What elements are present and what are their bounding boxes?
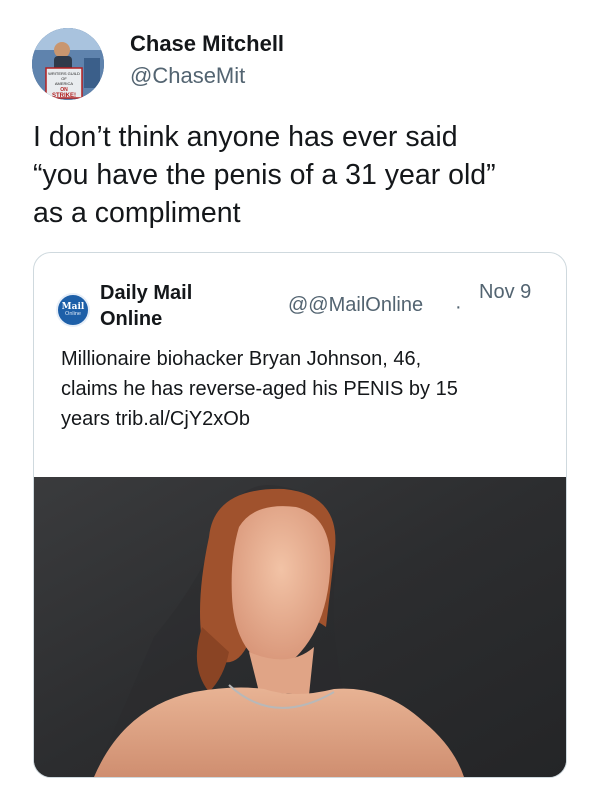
quoted-text-line[interactable]: years trib.al/CjY2xOb — [61, 404, 551, 434]
quoted-author-name-line: Online — [100, 308, 163, 330]
quoted-author-handle[interactable]: @@MailOnline — [288, 294, 423, 317]
tweet-text-line: “you have the penis of a 31 year old” — [33, 159, 496, 191]
sign-line-3: AMERICA — [55, 81, 74, 86]
quoted-text-line: Millionaire biohacker Bryan Johnson, 46, — [61, 348, 422, 370]
profile-photo-icon: WRITERS GUILD OF AMERICA ON STRIKE! — [32, 28, 104, 100]
quoted-author-name-line: Daily Mail — [100, 282, 193, 304]
quoted-author-name[interactable]: Daily Mail Online — [100, 280, 192, 332]
profile-avatar[interactable]: WRITERS GUILD OF AMERICA ON STRIKE! — [32, 28, 104, 100]
author-handle[interactable]: @ChaseMit — [130, 63, 245, 89]
tweet-text-line: I don’t think anyone has ever said — [33, 121, 458, 153]
daily-mail-logo-icon[interactable]: Mail Online — [56, 293, 90, 327]
quoted-tweet-text: Millionaire biohacker Bryan Johnson, 46,… — [61, 344, 551, 434]
author-display-name[interactable]: Chase Mitchell — [130, 31, 284, 57]
article-photo-icon — [34, 477, 566, 777]
sign-line-5: STRIKE! — [52, 93, 76, 99]
quoted-tweet-date[interactable]: Nov 9 — [479, 281, 531, 304]
tweet-text-line: as a compliment — [33, 197, 241, 229]
article-photo[interactable] — [34, 477, 566, 777]
tweet-text: I don’t think anyone has ever said “you … — [33, 118, 573, 232]
quoted-text-line: claims he has reverse-aged his PENIS by … — [61, 378, 458, 400]
separator-dot: · — [455, 296, 462, 318]
quoted-tweet-card[interactable]: Mail Online Daily Mail Online @@MailOnli… — [33, 252, 567, 778]
logo-text-online: Online — [65, 310, 81, 317]
tweet: WRITERS GUILD OF AMERICA ON STRIKE! Chas… — [0, 0, 599, 801]
